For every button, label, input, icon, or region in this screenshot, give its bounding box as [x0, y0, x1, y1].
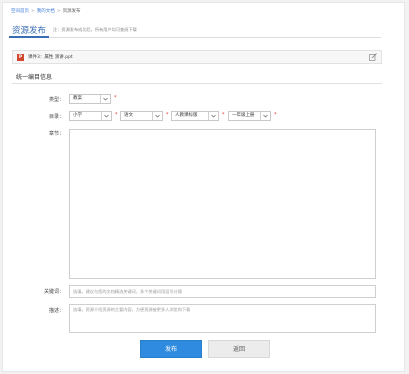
chapter-label: 章节： [48, 131, 64, 137]
file-name: 课件3：属性 演讲.ppt [28, 55, 73, 60]
subject-select-value: 语文 [124, 113, 133, 118]
chevron-down-icon [260, 112, 270, 120]
required-mark: * [115, 112, 118, 118]
type-select[interactable]: 教案 [69, 94, 111, 104]
breadcrumb-home-link[interactable]: 空间首页 [11, 9, 29, 14]
type-select-value: 教案 [73, 96, 82, 101]
required-mark: * [222, 112, 225, 118]
breadcrumb-current: 资源发布 [62, 9, 81, 14]
stage-select[interactable]: 小学 [69, 111, 112, 121]
required-mark: * [166, 112, 169, 118]
section-title: 统一编目信息 [16, 74, 53, 81]
chevron-down-icon [101, 112, 111, 120]
back-button[interactable]: 返回 [208, 340, 270, 358]
chapter-tree-box[interactable] [69, 129, 376, 279]
required-mark: * [114, 95, 117, 101]
description-textarea[interactable]: 选填，资源介绍资源的主要内容，方便资源被更多人浏览和下载 [69, 304, 376, 333]
breadcrumb: 空间首页 > 我的文档 > 资源发布 [11, 8, 81, 14]
breadcrumb-docs-link[interactable]: 我的文档 [37, 9, 55, 14]
chevron-down-icon [152, 112, 162, 120]
grade-select-value: 一年级上册 [232, 113, 255, 118]
description-label: 描述： [48, 308, 64, 314]
type-label: 类型： [48, 97, 64, 103]
edit-icon[interactable] [369, 53, 377, 61]
keywords-input[interactable]: 选填，建议与您的文档精选关键词，多个关键词用逗号分隔 [69, 285, 376, 298]
grade-select[interactable]: 一年级上册 [228, 111, 271, 121]
description-placeholder: 选填，资源介绍资源的主要内容，方便资源被更多人浏览和下载 [73, 307, 191, 312]
title-divider-accent [9, 36, 49, 38]
keywords-label: 关键词： [43, 289, 64, 295]
edition-select[interactable]: 人教课标版 [171, 111, 219, 121]
breadcrumb-separator: > [56, 9, 61, 14]
title-divider [9, 37, 381, 38]
keywords-placeholder: 选填，建议与您的文档精选关键词，多个关键词用逗号分隔 [73, 289, 182, 294]
page-title: 资源发布 [12, 26, 47, 36]
chevron-down-icon [100, 95, 110, 103]
chevron-down-icon [208, 112, 218, 120]
breadcrumb-separator: > [31, 9, 35, 14]
publish-button[interactable]: 发布 [140, 340, 202, 358]
publish-note: 注：资源发布成功后，所有用户均可查阅下载 [53, 27, 137, 32]
required-mark: * [274, 112, 277, 118]
file-bar: P 课件3：属性 演讲.ppt [12, 50, 382, 64]
catalog-label: 目录： [48, 114, 64, 120]
ppt-file-icon: P [17, 54, 24, 61]
edition-select-value: 人教课标版 [175, 113, 198, 118]
subject-select[interactable]: 语文 [120, 111, 163, 121]
stage-select-value: 小学 [73, 113, 82, 118]
section-divider [12, 83, 382, 84]
